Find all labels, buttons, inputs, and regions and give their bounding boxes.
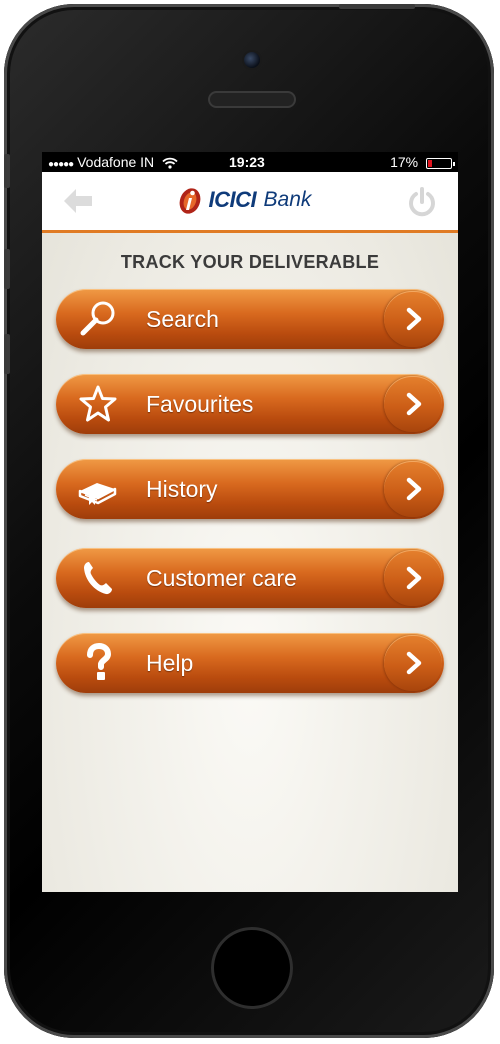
icici-logo-mark [179,188,201,214]
menu-item-label: Help [146,650,194,676]
wifi-icon [162,158,178,169]
status-right: 17% [390,152,455,172]
chevron-right-icon [406,392,422,416]
earpiece-speaker [208,91,296,108]
mute-switch [4,154,10,188]
volume-up-button [4,249,10,289]
chevron-right-icon [406,566,422,590]
status-bar: ●●●●● Vodafone IN 19:23 17% [42,152,458,172]
chevron-button[interactable] [384,376,442,432]
chevron-right-icon [406,651,422,675]
battery-percent: 17% [390,154,419,170]
star-icon [79,385,117,422]
page-title: TRACK YOUR DELIVERABLE [120,252,380,272]
chevron-button[interactable] [384,461,442,517]
menu-item-favourites[interactable]: Favourites [56,374,444,434]
chevron-button[interactable] [384,635,442,691]
chevron-right-icon [406,307,422,331]
search-icon [80,301,115,336]
carrier-name: Vodafone IN [77,154,155,170]
logo-text-bank: Bank [263,188,312,211]
power-icon[interactable] [406,186,438,218]
status-time: 19:23 [229,154,265,170]
app-header: ICICI Bank [42,172,458,233]
battery-icon [426,157,455,169]
back-arrow-icon[interactable] [62,187,94,215]
menu-item-label: Customer care [146,565,297,591]
menu-item-label: Search [146,306,219,332]
question-icon [87,643,112,680]
front-camera [244,52,260,68]
bank-logo: ICICI Bank [176,185,311,217]
signal-strength: ●●●●● [48,159,74,170]
phone-icon [84,562,112,595]
menu-item-help[interactable]: Help [56,633,444,693]
chevron-right-icon [406,477,422,501]
menu-item-search[interactable]: Search [56,289,444,349]
book-icon [78,483,117,505]
chevron-button[interactable] [384,550,442,606]
chevron-button[interactable] [384,291,442,347]
power-side-button [339,4,415,9]
menu-item-label: Favourites [146,391,254,417]
battery-fill [428,159,432,167]
volume-down-button [4,334,10,374]
home-button[interactable] [211,927,293,1009]
logo-text-icici: ICICI [208,187,257,212]
app-screen: ●●●●● Vodafone IN 19:23 17% ICICI Bank T… [42,152,458,892]
menu-item-label: History [146,476,218,502]
menu-item-customer-care[interactable]: Customer care [56,548,444,608]
menu-item-history[interactable]: History [56,459,444,519]
